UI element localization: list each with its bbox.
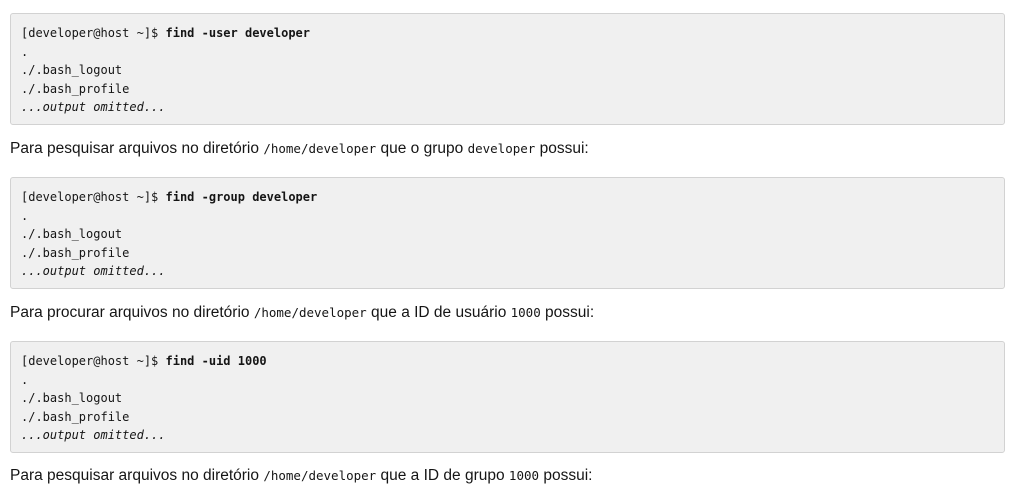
paragraph-text: possui:: [539, 467, 593, 484]
code-block-find-group: [developer@host ~]$ find -group develope…: [10, 177, 1005, 289]
code-command-line: [developer@host ~]$ find -group develope…: [21, 188, 994, 207]
paragraph-group-search: Para pesquisar arquivos no diretório /ho…: [10, 139, 589, 159]
code-output-line: ./.bash_profile: [21, 81, 130, 96]
code-command-line: [developer@host ~]$ find -uid 1000: [21, 352, 994, 371]
shell-prompt: [developer@host ~]$: [21, 26, 166, 40]
code-output-line: .: [21, 44, 29, 59]
paragraph-text: que a ID de usuário: [366, 304, 511, 321]
code-block-find-user: [developer@host ~]$ find -user developer…: [10, 13, 1005, 125]
paragraph-gid-search: Para pesquisar arquivos no diretório /ho…: [10, 466, 592, 486]
inline-code-uid: 1000: [510, 305, 541, 320]
code-output-line: ./.bash_logout: [21, 63, 123, 78]
code-output-line: ./.bash_profile: [21, 409, 130, 424]
inline-code-group: developer: [467, 141, 536, 156]
inline-code-gid: 1000: [508, 468, 540, 483]
output-omitted-note: ...output omitted...: [21, 264, 166, 279]
shell-command: find -group developer: [165, 190, 318, 204]
code-output-line: .: [21, 372, 29, 387]
inline-code-path: /home/developer: [253, 305, 367, 320]
paragraph-text: que o grupo: [376, 140, 468, 157]
inline-code-path: /home/developer: [263, 141, 377, 156]
output-omitted-note: ...output omitted...: [21, 100, 166, 115]
paragraph-text: Para procurar arquivos no diretório: [10, 304, 254, 321]
paragraph-uid-search: Para procurar arquivos no diretório /hom…: [10, 303, 594, 323]
code-block-find-uid: [developer@host ~]$ find -uid 1000 . ./.…: [10, 341, 1005, 453]
code-command-line: [developer@host ~]$ find -user developer: [21, 24, 994, 43]
shell-command: find -uid 1000: [165, 354, 267, 368]
paragraph-text: possui:: [535, 140, 589, 157]
output-omitted-note: ...output omitted...: [21, 428, 166, 443]
code-output-line: .: [21, 208, 29, 223]
shell-prompt: [developer@host ~]$: [21, 354, 166, 368]
code-output-line: ./.bash_logout: [21, 227, 123, 242]
paragraph-text: Para pesquisar arquivos no diretório: [10, 467, 264, 484]
code-output-line: ./.bash_profile: [21, 245, 130, 260]
inline-code-path: /home/developer: [263, 468, 377, 483]
shell-prompt: [developer@host ~]$: [21, 190, 166, 204]
code-output-line: ./.bash_logout: [21, 391, 123, 406]
paragraph-text: que a ID de grupo: [376, 467, 509, 484]
paragraph-text: Para pesquisar arquivos no diretório: [10, 140, 264, 157]
shell-command: find -user developer: [165, 26, 311, 40]
paragraph-text: possui:: [540, 304, 595, 321]
